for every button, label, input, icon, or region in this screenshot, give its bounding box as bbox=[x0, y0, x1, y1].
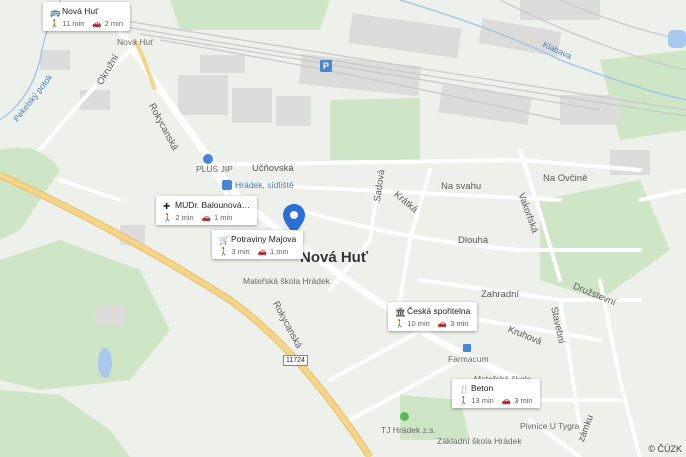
map-copyright: © ČÚZK bbox=[648, 444, 682, 454]
car-time: 3 min bbox=[450, 319, 469, 328]
car-time: 3 min bbox=[514, 396, 533, 405]
walk-time: 11 min bbox=[62, 19, 85, 28]
poi-card-title: Potraviny Majova bbox=[231, 234, 297, 244]
poi-card-title: Nová Huť bbox=[62, 6, 99, 16]
poi-label-hradek-sidliste: Hrádek, sídliště bbox=[235, 180, 294, 190]
poi-card-title: Beton bbox=[471, 383, 494, 393]
poi-card[interactable]: 🏛 Česká spořitelna 🚶 10 min 🚗 3 min bbox=[388, 302, 478, 331]
sports-club-icon[interactable] bbox=[400, 412, 409, 421]
walk-time: 10 min bbox=[407, 319, 430, 328]
store-icon[interactable] bbox=[203, 154, 213, 164]
place-name-label: Nová Huť bbox=[300, 249, 369, 266]
car-icon: 🚗 bbox=[501, 396, 512, 405]
parking-sign-icon[interactable]: P bbox=[320, 60, 332, 72]
walk-icon: 🚶 bbox=[50, 19, 60, 28]
walk-icon: 🚶 bbox=[219, 247, 229, 256]
car-time: 1 min bbox=[214, 213, 233, 222]
poi-card-title: MUDr. Balounová… bbox=[175, 200, 251, 210]
walk-time: 2 min bbox=[175, 213, 194, 222]
bank-icon: 🏛 bbox=[395, 307, 406, 317]
poi-card[interactable]: 🚌 Nová Huť 🚶 11 min 🚗 2 min bbox=[43, 2, 130, 31]
bus-icon: 🚌 bbox=[50, 7, 61, 17]
restaurant-icon: 🍴 bbox=[459, 384, 470, 394]
poi-label-zakladni-skola: Základní škola Hrádek bbox=[437, 436, 522, 446]
car-icon: 🚗 bbox=[201, 213, 212, 222]
street-label-ucnovska: Učňovská bbox=[252, 163, 294, 174]
car-icon: 🚗 bbox=[257, 247, 268, 256]
walk-time: 13 min bbox=[471, 396, 494, 405]
poi-card[interactable]: 🍴 Beton 🚶 13 min 🚗 3 min bbox=[452, 379, 540, 408]
street-label-zahradni: Zahradní bbox=[481, 289, 520, 300]
stop-label-nova-hut: Nová Huť bbox=[117, 37, 154, 47]
walk-icon: 🚶 bbox=[395, 319, 405, 328]
road-number-shield: 11724 bbox=[283, 355, 308, 366]
street-label-na-svahu: Na svahu bbox=[441, 181, 482, 192]
car-icon: 🚗 bbox=[437, 319, 448, 328]
poi-card-title: Česká spořitelna bbox=[407, 306, 471, 316]
poi-label-plus-jip: PLUS JIP bbox=[196, 164, 233, 174]
street-label-na-ovcine: Na Ovčině bbox=[543, 173, 588, 184]
car-time: 1 min bbox=[270, 247, 289, 256]
pharmacy-icon[interactable] bbox=[463, 344, 471, 352]
poi-label-tj-hradek: TJ Hrádek z.s. bbox=[381, 425, 436, 435]
poi-label-pivnice: Pivnice U Tygra bbox=[520, 421, 580, 431]
walk-icon: 🚶 bbox=[163, 213, 173, 222]
car-time: 2 min bbox=[104, 19, 123, 28]
car-icon: 🚗 bbox=[92, 19, 102, 28]
walk-time: 3 min bbox=[231, 247, 250, 256]
poi-card[interactable]: 🛒 Potraviny Majova 🚶 3 min 🚗 1 min bbox=[212, 230, 304, 259]
walk-icon: 🚶 bbox=[459, 396, 469, 405]
poi-label-materska-skola: Mateřská škola Hrádek bbox=[243, 276, 330, 286]
street-label-dlouha: Dlouhá bbox=[458, 235, 489, 246]
medical-icon: ✚ bbox=[163, 201, 171, 211]
poi-label-farmacum: Farmacum bbox=[448, 354, 489, 364]
bus-stop-icon[interactable] bbox=[222, 180, 232, 190]
cart-icon: 🛒 bbox=[219, 235, 230, 245]
poi-card[interactable]: ✚ MUDr. Balounová… 🚶 2 min 🚗 1 min bbox=[156, 196, 258, 225]
